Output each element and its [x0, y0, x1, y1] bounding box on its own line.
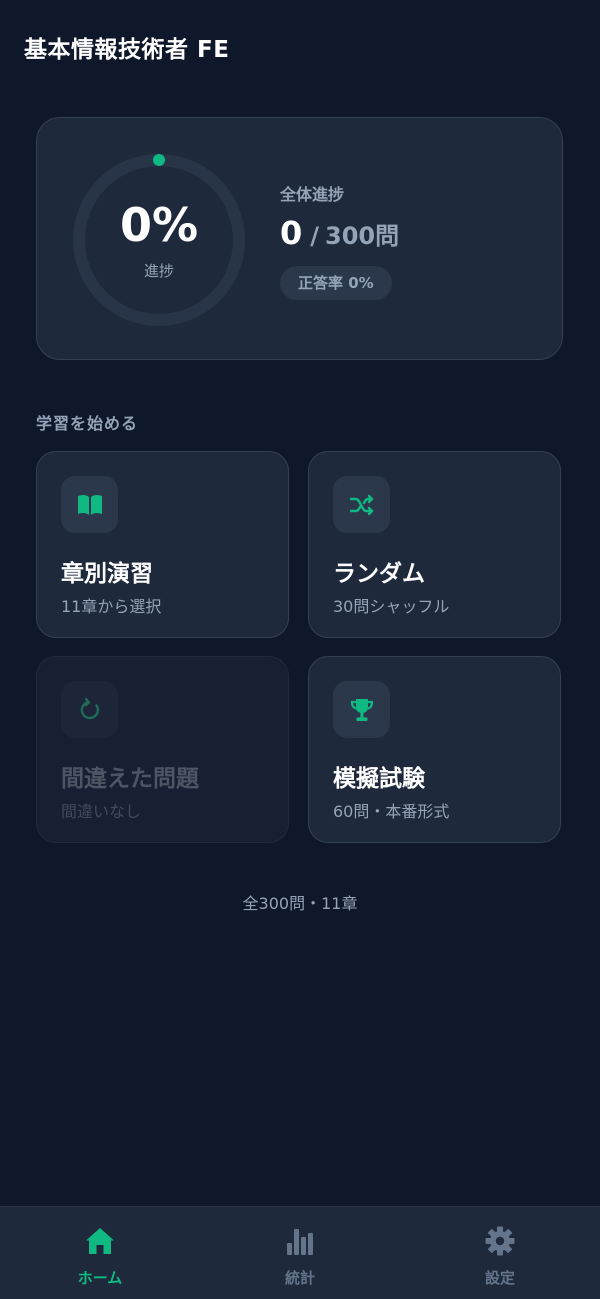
retry-icon: [80, 697, 100, 720]
tab-stats[interactable]: 統計: [200, 1207, 400, 1299]
mode-title: 間違えた問題: [61, 766, 199, 792]
total-count: 300問: [325, 222, 400, 250]
app-title: 基本情報技術者 FE: [24, 37, 230, 63]
tab-label: ホーム: [77, 1269, 123, 1287]
progress-card: 0% 進捗 全体進捗 0 / 300問 正答率 0%: [36, 117, 563, 360]
mode-subtitle: 30問シャッフル: [333, 597, 450, 616]
tab-settings[interactable]: 設定: [400, 1207, 600, 1299]
tab-label: 統計: [284, 1269, 315, 1287]
progress-ring-label: 進捗: [143, 262, 174, 280]
gear-icon: [485, 1226, 515, 1256]
accuracy-badge: 正答率 0%: [280, 266, 392, 300]
tab-home[interactable]: ホーム: [0, 1207, 200, 1299]
overall-progress-label: 全体進捗: [280, 185, 345, 204]
mode-subtitle: 60問・本番形式: [333, 802, 450, 821]
progress-percent: 0%: [119, 198, 199, 252]
mode-title: ランダム: [333, 561, 425, 587]
progress-ring: 0% 進捗: [71, 152, 247, 328]
chapter-practice-icon-box: [61, 476, 118, 533]
tab-label: 設定: [484, 1269, 515, 1287]
section-title: 学習を始める: [36, 414, 139, 433]
random-card[interactable]: ランダム 30問シャッフル: [308, 451, 561, 638]
wrong-answers-icon-box: [61, 681, 118, 738]
overall-progress-count: 0 / 300問: [280, 214, 399, 252]
wrong-answers-card: 間違えた問題 間違いなし: [36, 656, 289, 843]
chapter-practice-card[interactable]: 章別演習 11章から選択: [36, 451, 289, 638]
question-summary: 全300問・11章: [242, 894, 358, 913]
random-icon-box: [333, 476, 390, 533]
mode-title: 章別演習: [61, 561, 153, 587]
bottom-tab-bar: ホーム 統計 設定: [0, 1206, 600, 1299]
mock-exam-card[interactable]: 模擬試験 60問・本番形式: [308, 656, 561, 843]
mode-subtitle: 11章から選択: [61, 597, 162, 616]
trophy-icon: [350, 699, 374, 721]
mock-exam-icon-box: [333, 681, 390, 738]
book-icon: [78, 494, 102, 515]
completed-count: 0: [280, 214, 303, 252]
mode-title: 模擬試験: [333, 766, 425, 792]
count-separator: /: [310, 222, 320, 250]
shuffle-icon: [349, 494, 374, 516]
bar-chart-icon: [287, 1229, 313, 1255]
mode-subtitle: 間違いなし: [61, 802, 142, 821]
home-icon: [86, 1228, 114, 1254]
app-screen: 基本情報技術者 FE 0% 進捗 全体進捗 0 / 300問 正答率 0% 学習…: [0, 0, 600, 1299]
